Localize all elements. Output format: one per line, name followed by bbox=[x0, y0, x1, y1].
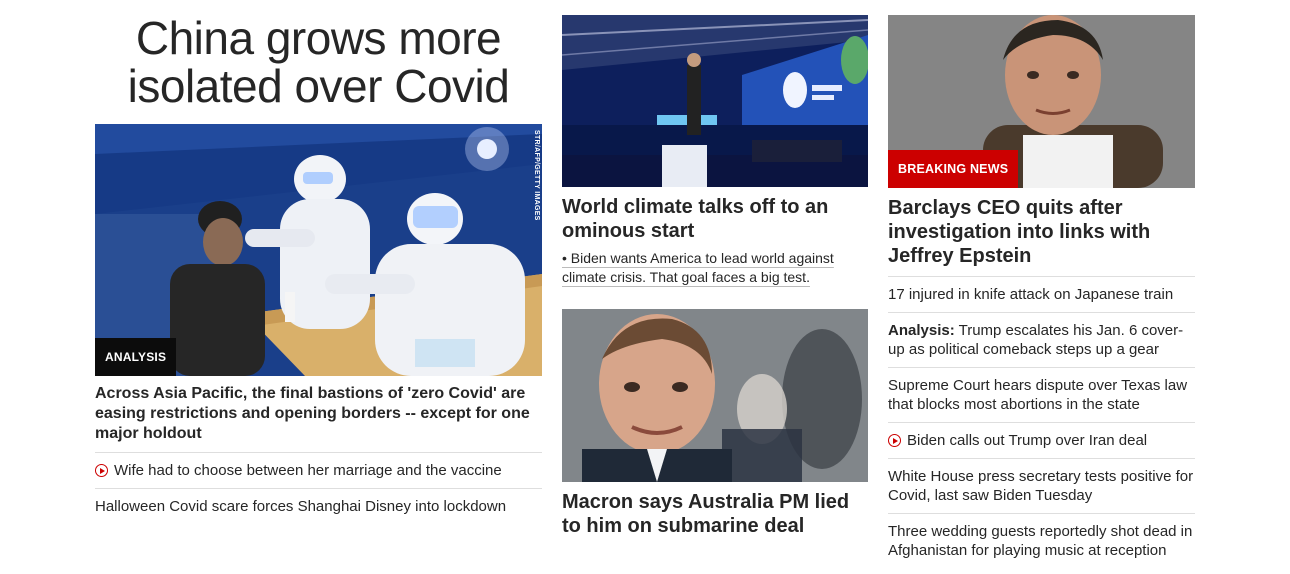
climate-image[interactable] bbox=[562, 15, 868, 187]
macron-story-title[interactable]: Macron says Australia PM lied to him on … bbox=[562, 490, 868, 538]
lead-story: China grows more isolated over Covid STR… bbox=[95, 0, 542, 524]
barclays-image[interactable]: BREAKING NEWS bbox=[888, 15, 1195, 188]
list-item[interactable]: Analysis: Trump escalates his Jan. 6 cov… bbox=[888, 312, 1195, 367]
related-link[interactable]: Halloween Covid scare forces Shanghai Di… bbox=[95, 498, 506, 515]
lead-caption[interactable]: Across Asia Pacific, the final bastions … bbox=[95, 384, 542, 444]
story-link[interactable]: Three wedding guests reportedly shot dea… bbox=[888, 523, 1192, 559]
breaking-news-tag: BREAKING NEWS bbox=[888, 150, 1019, 188]
list-item[interactable]: Wife had to choose between her marriage … bbox=[95, 452, 542, 488]
story-link[interactable]: Supreme Court hears dispute over Texas l… bbox=[888, 377, 1187, 413]
lead-image[interactable]: STR/AFP/GETTY IMAGES ANALYSIS bbox=[95, 124, 542, 376]
middle-column: World climate talks off to an ominous st… bbox=[562, 0, 868, 538]
analysis-label: Analysis: bbox=[888, 322, 955, 339]
story-link[interactable]: Biden calls out Trump over Iran deal bbox=[907, 432, 1147, 449]
right-story-list: 17 injured in knife attack on Japanese t… bbox=[888, 276, 1195, 568]
barclays-story-title[interactable]: Barclays CEO quits after investigation i… bbox=[888, 196, 1195, 268]
video-play-icon bbox=[888, 434, 901, 447]
list-item[interactable]: Three wedding guests reportedly shot dea… bbox=[888, 513, 1195, 568]
related-link[interactable]: Wife had to choose between her marriage … bbox=[114, 462, 502, 479]
photo-credit: STR/AFP/GETTY IMAGES bbox=[533, 130, 540, 221]
list-item[interactable]: Supreme Court hears dispute over Texas l… bbox=[888, 367, 1195, 422]
list-item[interactable]: 17 injured in knife attack on Japanese t… bbox=[888, 276, 1195, 312]
climate-summit-photo bbox=[562, 15, 868, 187]
analysis-tag: ANALYSIS bbox=[95, 338, 177, 376]
macron-photo bbox=[562, 309, 868, 482]
story-link[interactable]: White House press secretary tests positi… bbox=[888, 468, 1193, 504]
lead-related-list: Wife had to choose between her marriage … bbox=[95, 452, 542, 524]
right-column: BREAKING NEWS Barclays CEO quits after i… bbox=[888, 0, 1195, 568]
macron-image[interactable] bbox=[562, 309, 868, 482]
lead-headline[interactable]: China grows more isolated over Covid bbox=[95, 14, 542, 110]
list-item[interactable]: Biden calls out Trump over Iran deal bbox=[888, 422, 1195, 458]
list-item[interactable]: White House press secretary tests positi… bbox=[888, 458, 1195, 513]
story-link[interactable]: 17 injured in knife attack on Japanese t… bbox=[888, 286, 1173, 303]
list-item[interactable]: Halloween Covid scare forces Shanghai Di… bbox=[95, 488, 542, 524]
video-play-icon bbox=[95, 464, 108, 477]
climate-bullet[interactable]: • Biden wants America to lead world agai… bbox=[562, 249, 868, 287]
climate-story-title[interactable]: World climate talks off to an ominous st… bbox=[562, 195, 868, 243]
